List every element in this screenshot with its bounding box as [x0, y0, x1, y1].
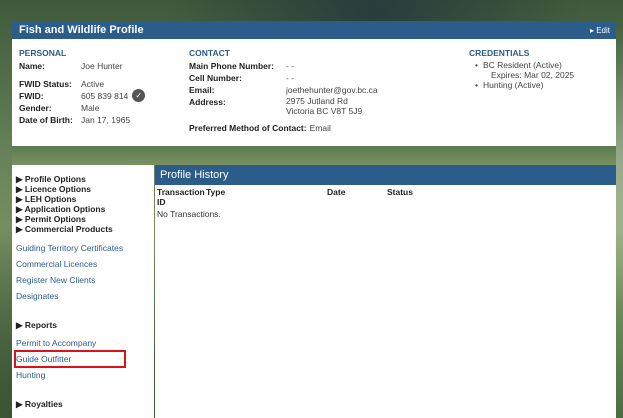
preferred-value: Email	[309, 123, 331, 133]
personal-heading: PERSONAL	[19, 48, 67, 58]
nav-profile-options[interactable]: ▶ Profile Options	[16, 174, 154, 184]
contact-section: CONTACT Main Phone Number: - - Cell Numb…	[189, 48, 429, 134]
fwid-status-label: FWID Status:	[19, 79, 72, 89]
address-line1: 2975 Jutland Rd	[286, 96, 348, 106]
credential-item: Hunting (Active)	[475, 80, 614, 90]
address-value: 2975 Jutland Rd Victoria BC V8T 5J9	[286, 96, 362, 116]
col-date[interactable]: Date	[327, 187, 387, 207]
nav-commercial-products[interactable]: ▶ Commercial Products	[16, 224, 154, 234]
history-title: Profile History	[155, 165, 616, 185]
credential-label: Hunting (Active)	[483, 80, 544, 90]
name-row: Name: Joe Hunter	[19, 60, 179, 72]
fwid-status-row: FWID Status: Active	[19, 78, 179, 90]
nav-link-hunting[interactable]: Hunting	[16, 367, 154, 383]
nav-royalties[interactable]: ▶ Royalties	[16, 399, 154, 409]
contact-heading: CONTACT	[189, 48, 230, 58]
name-value: Joe Hunter	[81, 61, 123, 71]
nav-link-guiding-territory[interactable]: Guiding Territory Certificates	[16, 240, 154, 256]
credential-expiry: Expires: Mar 02, 2025	[491, 70, 575, 80]
preferred-label: Preferred Method of Contact:	[189, 123, 307, 133]
nav-licence-options[interactable]: ▶ Licence Options	[16, 184, 154, 194]
nav-link-designates[interactable]: Designates	[16, 288, 154, 304]
gender-value: Male	[81, 103, 100, 113]
history-table-header: Transaction ID Type Date Status	[155, 185, 616, 207]
panel-title: Fish and Wildlife Profile	[19, 24, 144, 36]
col-type[interactable]: Type	[206, 187, 327, 207]
credentials-heading: CREDENTIALS	[469, 48, 530, 58]
email-label: Email:	[189, 85, 215, 95]
dob-row: Date of Birth: Jan 17, 1965	[19, 114, 179, 126]
cell-value: - -	[286, 73, 295, 83]
email-value: joethehunter@gov.bc.ca	[286, 85, 378, 95]
empty-message: No Transactions.	[157, 209, 221, 219]
fwid-row: FWID: 605 839 814 ✓	[19, 89, 179, 102]
fwid-label: FWID:	[19, 91, 44, 101]
left-nav: ▶ Profile Options ▶ Licence Options ▶ LE…	[12, 165, 154, 418]
nav-leh-options[interactable]: ▶ LEH Options	[16, 194, 154, 204]
edit-link[interactable]: ▸ Edit	[590, 26, 610, 35]
nav-link-commercial-licences[interactable]: Commercial Licences	[16, 256, 154, 272]
profile-history-panel: Profile History Transaction ID Type Date…	[155, 165, 616, 418]
background-strip	[12, 146, 616, 165]
verified-badge-icon: ✓	[132, 89, 146, 102]
credential-label: BC Resident (Active)	[483, 60, 562, 70]
name-label: Name:	[19, 61, 45, 71]
credentials-section: CREDENTIALS BC Resident (Active) Expires…	[469, 48, 614, 90]
preferred-contact-row: Preferred Method of Contact: Email	[189, 122, 429, 134]
nav-reports[interactable]: ▶ Reports	[16, 320, 154, 330]
cell-row: Cell Number: - -	[189, 72, 429, 84]
cell-label: Cell Number:	[189, 73, 242, 83]
personal-section: PERSONAL Name: Joe Hunter FWID Status: A…	[19, 48, 179, 126]
nav-application-options[interactable]: ▶ Application Options	[16, 204, 154, 214]
col-status[interactable]: Status	[387, 187, 413, 207]
nav-link-register-clients[interactable]: Register New Clients	[16, 272, 154, 288]
main-phone-row: Main Phone Number: - -	[189, 60, 429, 72]
fwid-status-value: Active	[81, 79, 105, 89]
col-transaction-id[interactable]: Transaction ID	[157, 187, 206, 207]
email-row: Email: joethehunter@gov.bc.ca	[189, 84, 429, 96]
gender-row: Gender: Male	[19, 102, 179, 114]
nav-link-guide-outfitter[interactable]: Guide Outfitter	[16, 351, 154, 367]
nav-link-permit-to-accompany[interactable]: Permit to Accompany	[16, 335, 154, 351]
nav-permit-options[interactable]: ▶ Permit Options	[16, 214, 154, 224]
profile-panel: Fish and Wildlife Profile ▸ Edit PERSONA…	[12, 21, 616, 146]
gender-label: Gender:	[19, 103, 52, 113]
dob-label: Date of Birth:	[19, 115, 73, 125]
address-row: Address: 2975 Jutland Rd Victoria BC V8T…	[189, 96, 429, 116]
credential-item: BC Resident (Active) Expires: Mar 02, 20…	[475, 60, 614, 80]
address-label: Address:	[189, 97, 226, 107]
address-line2: Victoria BC V8T 5J9	[286, 106, 363, 116]
main-phone-value: - -	[286, 61, 295, 71]
credentials-list: BC Resident (Active) Expires: Mar 02, 20…	[469, 60, 614, 90]
dob-value: Jan 17, 1965	[81, 115, 131, 125]
fwid-value: 605 839 814	[81, 91, 129, 101]
main-phone-label: Main Phone Number:	[189, 61, 275, 71]
panel-header: Fish and Wildlife Profile ▸ Edit	[12, 21, 616, 39]
